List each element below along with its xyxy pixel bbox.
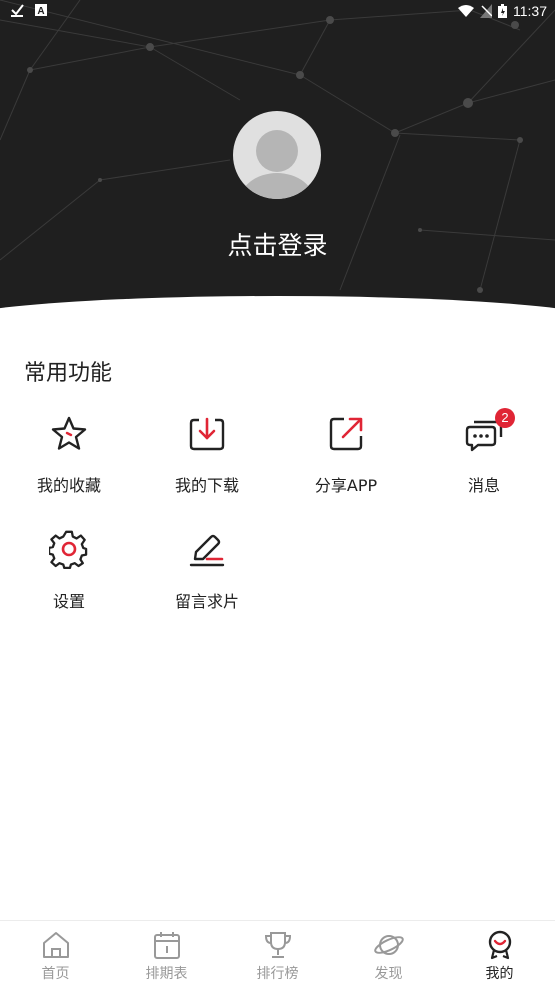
tab-schedule[interactable]: 排期表: [111, 921, 222, 994]
edit-icon: [189, 534, 225, 567]
settings-label: 设置: [52, 592, 85, 611]
tab-home-label: 首页: [41, 966, 70, 982]
section-title: 常用功能: [24, 361, 113, 386]
download-icon: [189, 417, 225, 451]
messages-button[interactable]: 2 消息: [415, 408, 553, 496]
favorites-label: 我的收藏: [36, 476, 101, 495]
downloads-label: 我的下载: [174, 476, 239, 495]
tab-ranking-label: 排行榜: [256, 966, 299, 982]
planet-icon: [373, 935, 404, 955]
messages-label: 消息: [467, 476, 500, 495]
trophy-icon: [264, 932, 291, 958]
home-icon: [42, 932, 69, 958]
tab-home[interactable]: 首页: [0, 921, 111, 994]
tab-schedule-label: 排期表: [145, 966, 188, 982]
favorites-button[interactable]: 我的收藏: [0, 414, 138, 496]
wifi-icon: [458, 5, 474, 17]
gear-icon: [49, 530, 88, 570]
settings-button[interactable]: 设置: [0, 530, 138, 612]
tab-mine-label: 我的: [485, 966, 514, 982]
request-movie-button[interactable]: 留言求片: [138, 530, 276, 612]
status-time: 11:37: [513, 3, 547, 19]
bottom-tab-bar: 首页 排期表 排行榜 发现 我的: [0, 920, 555, 994]
profile-icon: [488, 930, 511, 960]
message-count-badge: 2: [495, 408, 515, 428]
default-avatar-icon: [239, 130, 315, 199]
battery-icon: [498, 4, 507, 18]
share-icon: [329, 417, 363, 451]
app-notification-icon: A: [35, 4, 47, 17]
status-bar: A 11:37: [0, 0, 555, 24]
avatar[interactable]: [233, 111, 321, 199]
downloads-button[interactable]: 我的下载: [138, 414, 276, 496]
message-icon-wrap: 2: [464, 408, 515, 454]
tab-discover[interactable]: 发现: [333, 921, 444, 994]
signal-icon: [480, 4, 492, 18]
download-done-icon: [11, 4, 24, 17]
svg-text:A: A: [37, 6, 44, 17]
tab-ranking[interactable]: 排行榜: [222, 921, 333, 994]
tab-mine[interactable]: 我的: [444, 921, 555, 994]
tab-discover-label: 发现: [374, 966, 403, 982]
star-icon: [51, 416, 87, 450]
share-app-label: 分享APP: [314, 476, 378, 495]
login-button[interactable]: 点击登录: [0, 226, 555, 262]
share-app-button[interactable]: 分享APP: [277, 414, 415, 496]
calendar-icon: [153, 932, 180, 959]
request-movie-label: 留言求片: [174, 592, 239, 611]
